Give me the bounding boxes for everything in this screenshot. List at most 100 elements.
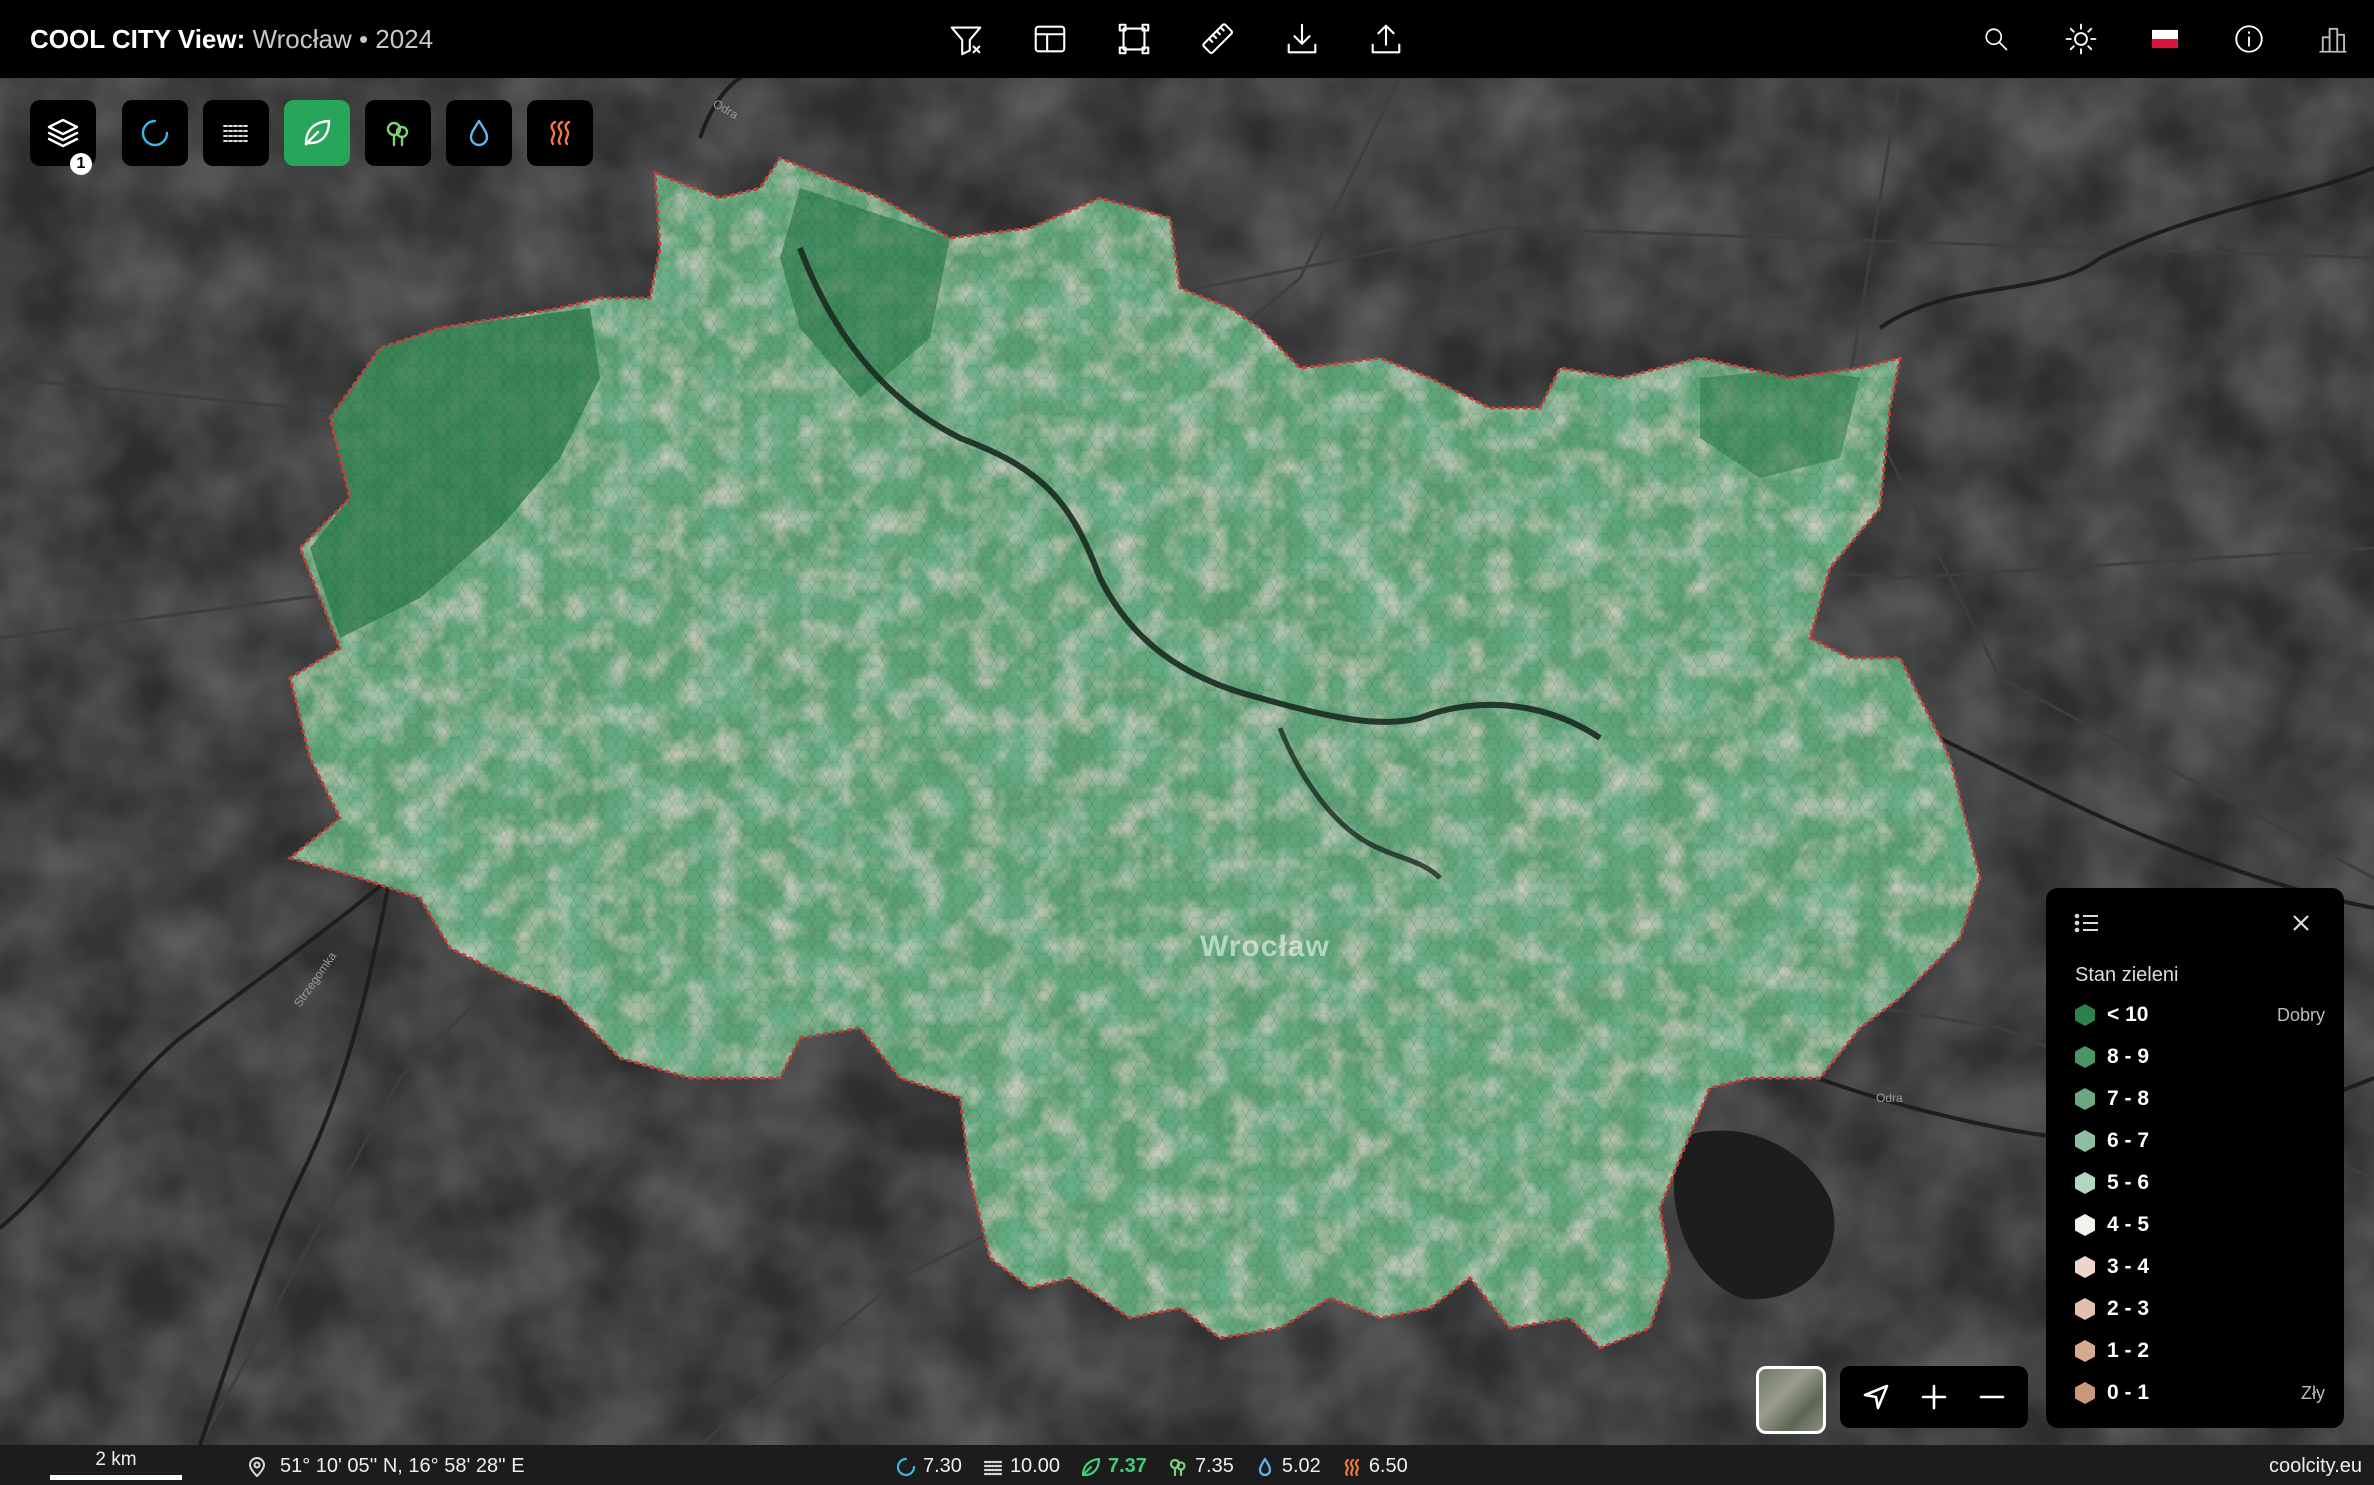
metric-heat-waves: 10.00 xyxy=(982,1455,1060,1478)
legend-range-label: 6 - 7 xyxy=(2107,1129,2150,1152)
legend-range-label: 2 - 3 xyxy=(2107,1297,2150,1320)
leaf-icon xyxy=(1081,1457,1101,1476)
legend-row: 1 - 2 xyxy=(2075,1336,2325,1366)
metric-value: 7.30 xyxy=(923,1455,962,1477)
legend-panel: Stan zieleni < 10 Dobry 8 - 9 7 - 8 6 - 7 5 -… xyxy=(2046,888,2344,1428)
zoom-out-icon[interactable] xyxy=(1972,1377,2012,1417)
map-canvas[interactable]: Odra Odra Strzegomka Wrocław xyxy=(0,78,2374,1445)
metric-value: 7.35 xyxy=(1194,1455,1234,1477)
upload-icon[interactable] xyxy=(1362,15,1410,63)
legend-swatch-icon xyxy=(2075,1256,2095,1278)
legend-swatch-icon xyxy=(2075,1298,2095,1320)
legend-row: < 10 Dobry xyxy=(2075,1000,2325,1030)
ruler-icon[interactable] xyxy=(1194,15,1242,63)
heat-icon xyxy=(550,120,571,146)
sun-icon[interactable] xyxy=(2057,15,2105,63)
info-icon[interactable] xyxy=(2225,15,2273,63)
legend-range-label: < 10 xyxy=(2107,1003,2149,1026)
legend-row: 2 - 3 xyxy=(2075,1294,2325,1324)
city-icon[interactable] xyxy=(2309,15,2357,63)
legend-row: 4 - 5 xyxy=(2075,1210,2325,1240)
legend-row: 0 - 1 Zły xyxy=(2075,1378,2325,1408)
status-bar: 2 km 51° 10' 05'' N, 16° 58' 28'' E 7.30… xyxy=(0,1445,2374,1485)
zoom-in-icon[interactable] xyxy=(1914,1377,1954,1417)
water-button[interactable] xyxy=(446,100,512,166)
top-bar: COOL CITY View: Wrocław • 2024 xyxy=(0,0,2374,78)
map-nav-controls xyxy=(1840,1366,2028,1428)
bounding-box-icon[interactable] xyxy=(1110,15,1158,63)
trees-button[interactable] xyxy=(365,100,431,166)
cooling-index-button[interactable] xyxy=(122,100,188,166)
list-icon[interactable] xyxy=(2074,910,2100,936)
river-label-odra-east: Odra xyxy=(1876,1091,1903,1105)
legend-row: 6 - 7 xyxy=(2075,1126,2325,1156)
legend-range-label: 1 - 2 xyxy=(2107,1339,2150,1362)
app-title: COOL CITY View: Wrocław • 2024 xyxy=(30,24,433,54)
legend-range-label: 7 - 8 xyxy=(2107,1087,2150,1110)
flag-poland-icon[interactable] xyxy=(2141,15,2189,63)
legend-swatch-icon xyxy=(2075,1340,2095,1362)
metric-value: 5.02 xyxy=(1281,1455,1321,1477)
legend-swatch-icon xyxy=(2075,1046,2095,1068)
legend-swatch-icon xyxy=(2075,1130,2095,1152)
cooling-index-icon xyxy=(896,1457,916,1476)
legend-swatch-icon xyxy=(2075,1004,2095,1026)
layers-count-badge: 1 xyxy=(70,153,92,175)
legend-swatch-icon xyxy=(2075,1088,2095,1110)
app-brand: COOL CITY View: xyxy=(30,24,246,54)
site-link[interactable]: coolcity.eu xyxy=(2269,1455,2362,1478)
search-icon[interactable] xyxy=(1972,15,2020,63)
legend-range-label: 8 - 9 xyxy=(2107,1045,2150,1068)
trees-icon xyxy=(386,121,409,147)
heat-waves-button[interactable] xyxy=(203,100,269,166)
metric-value: 10.00 xyxy=(1009,1455,1060,1477)
metric-leaf: 7.37 xyxy=(1080,1455,1147,1478)
legend-quality-label: Zły xyxy=(2301,1382,2325,1403)
legend-range-label: 0 - 1 xyxy=(2107,1381,2150,1404)
legend-row: 5 - 6 xyxy=(2075,1168,2325,1198)
layers-icon xyxy=(47,118,79,148)
heat-button[interactable] xyxy=(527,100,593,166)
legend-range-label: 5 - 6 xyxy=(2107,1171,2150,1194)
water-drop-icon xyxy=(469,119,489,147)
metric-value: 7.37 xyxy=(1108,1455,1147,1477)
download-icon[interactable] xyxy=(1278,15,1326,63)
legend-title: Stan zieleni xyxy=(2075,964,2179,986)
metric-value: 6.50 xyxy=(1368,1455,1408,1477)
filter-icon[interactable] xyxy=(942,15,990,63)
map-city-label: Wrocław xyxy=(1200,930,1330,963)
water-drop-icon xyxy=(1258,1457,1271,1476)
coordinates: 51° 10' 05'' N, 16° 58' 28'' E xyxy=(246,1455,525,1478)
location-pin-icon xyxy=(248,1456,266,1477)
metric-trees: 7.35 xyxy=(1167,1455,1234,1478)
coordinates-text: 51° 10' 05'' N, 16° 58' 28'' E xyxy=(280,1455,525,1477)
legend-row: 7 - 8 xyxy=(2075,1084,2325,1114)
close-icon[interactable] xyxy=(2290,912,2312,934)
legend-quality-label: Dobry xyxy=(2276,1004,2325,1025)
legend-range-label: 3 - 4 xyxy=(2107,1255,2150,1278)
heat-waves-icon xyxy=(983,1460,1003,1475)
scale-label: 2 km xyxy=(95,1449,137,1470)
locate-icon[interactable] xyxy=(1856,1377,1896,1417)
legend-range-label: 4 - 5 xyxy=(2107,1213,2150,1236)
city-year: Wrocław • 2024 xyxy=(252,24,434,54)
legend-swatch-icon xyxy=(2075,1214,2095,1236)
legend-row: 3 - 4 xyxy=(2075,1252,2325,1282)
basemap-thumbnail[interactable] xyxy=(1756,1366,1826,1434)
legend-row: 8 - 9 xyxy=(2075,1042,2325,1072)
trees-icon xyxy=(1169,1458,1186,1476)
heat-icon xyxy=(1344,1458,1359,1476)
leaf-icon xyxy=(304,119,331,146)
map-svg: Odra Odra Strzegomka xyxy=(0,78,2374,1445)
cooling-index-icon xyxy=(141,119,169,147)
legend-swatch-icon xyxy=(2075,1382,2095,1404)
metric-heat: 6.50 xyxy=(1341,1455,1408,1478)
green-state-button[interactable] xyxy=(284,100,350,166)
metric-water-drop: 5.02 xyxy=(1254,1455,1321,1478)
legend-swatch-icon xyxy=(2075,1172,2095,1194)
metric-cooling-index: 7.30 xyxy=(895,1455,962,1478)
metrics-summary: 7.30 10.00 7.37 7.35 5.02 6.50 xyxy=(895,1455,1422,1478)
table-layout-icon[interactable] xyxy=(1026,15,1074,63)
scale-bar xyxy=(50,1475,182,1480)
heat-waves-icon xyxy=(223,125,249,142)
